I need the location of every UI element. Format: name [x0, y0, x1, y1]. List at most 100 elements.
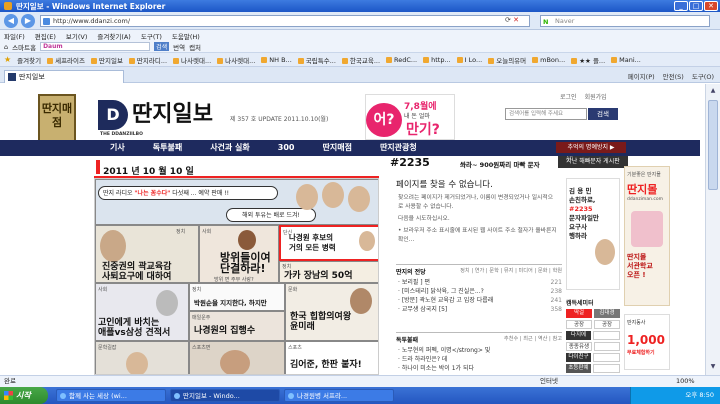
page-menu-button[interactable]: 페이지(P): [628, 71, 655, 81]
list-item[interactable]: · [방문] 곽노현 교육감 고 입장 다룹래 241: [396, 296, 562, 305]
sidebar-menu-item[interactable]: 공장: [566, 320, 592, 329]
hashtag-number[interactable]: #2235: [390, 156, 430, 169]
sidebar-menu-item[interactable]: 딱걸: [566, 309, 592, 318]
nav-articles[interactable]: 기사: [96, 140, 139, 156]
cover-panel-gaka[interactable]: 정치 가카 장남의 50억: [279, 261, 378, 283]
menu-edit[interactable]: 편집(E): [35, 31, 56, 41]
nav-mart[interactable]: 딴지매점: [308, 140, 365, 156]
list-item[interactable]: · 하나이 미소는 박이 1가 되다: [396, 364, 562, 373]
favorite-item[interactable]: 나사렛대...: [173, 55, 211, 65]
favorite-item[interactable]: 한국교육...: [342, 55, 380, 65]
top-ad-banner[interactable]: 어? 7,8월에 내 돈 얼마 만기?: [365, 94, 455, 140]
nav-incidents[interactable]: 사건과 실화: [196, 140, 264, 156]
daum-search-button[interactable]: 검색: [154, 42, 170, 51]
favorite-item[interactable]: 나사렛대...: [217, 55, 255, 65]
menu-favorites[interactable]: 즐겨찾기(A): [97, 31, 130, 41]
nav-tourism[interactable]: 딴지관광청: [366, 140, 431, 156]
translate-button[interactable]: 번역: [173, 42, 185, 52]
favorite-item[interactable]: 국립특수...: [298, 55, 336, 65]
list-item[interactable]: · 노무현의 퍼펙, 이명</strong> 및: [396, 346, 562, 355]
forward-button[interactable]: ▶: [21, 14, 35, 28]
cover-panel-nakw[interactable]: 매일운주 나경원의 집행수: [189, 311, 285, 341]
favorite-item[interactable]: Mani...: [611, 56, 641, 64]
scroll-up-icon[interactable]: ▲: [708, 86, 718, 96]
favorite-item[interactable]: I Lo...: [457, 56, 483, 64]
cover-panel-nakw-army[interactable]: 단신 나경원 후보의 거의 모든 병력: [279, 225, 378, 261]
favorite-item[interactable]: 딴지일보: [91, 55, 123, 65]
cover-panel-kimeojun[interactable]: 스포츠 김어준, 한판 붙자!: [285, 341, 378, 374]
refresh-button[interactable]: ⟳: [505, 16, 511, 24]
search-input[interactable]: N Naver: [540, 15, 710, 27]
ddanzi-ad-2[interactable]: 딴지동사 1,000 무료체험하기: [624, 314, 670, 370]
zoom-level[interactable]: 100%: [676, 376, 695, 387]
back-button[interactable]: ◀: [4, 14, 18, 28]
list-item[interactable]: · [미스테리] 닭삭육, 그 진실은...? 238: [396, 287, 562, 296]
minimize-button[interactable]: _: [674, 1, 688, 11]
list-item[interactable]: · 드라 하라인은? 데: [396, 355, 562, 364]
favorite-item[interactable]: mBon...: [532, 56, 565, 64]
taskbar-item[interactable]: 딴지일보 - Windo...: [170, 389, 280, 402]
menu-tools[interactable]: 도구(T): [141, 31, 162, 41]
menu-file[interactable]: 파일(F): [4, 31, 25, 41]
vertical-scrollbar[interactable]: ▲ ▼: [705, 84, 720, 375]
favorite-item[interactable]: 딴지라디...: [129, 55, 167, 65]
dokpae-tabs[interactable]: 추천수 | 최근 | 역산 | 참고: [504, 335, 562, 344]
clock[interactable]: 오후 8:50: [685, 391, 714, 399]
favorite-item[interactable]: 세프라이즈: [47, 55, 85, 65]
favorites-star-icon[interactable]: ★: [4, 55, 11, 64]
sidebar-menu-item[interactable]: 종종유생: [566, 342, 592, 351]
favorite-item[interactable]: RedC...: [386, 56, 417, 64]
tools-menu-button[interactable]: 도구(O): [692, 71, 714, 81]
scroll-down-icon[interactable]: ▼: [708, 362, 718, 372]
list-item[interactable]: · 교무생 삼국지 [5] 358: [396, 305, 562, 314]
site-brand[interactable]: 딴지일보: [132, 96, 213, 128]
hot-button[interactable]: 추억의 명예방지 ▶: [556, 142, 626, 153]
nav-doktubulpae[interactable]: 독투불패: [139, 140, 196, 156]
jinsim-tabs[interactable]: 정치 | 연가 | 문학 | 뮤지 | 미디어 | 문화 | 학원: [460, 267, 562, 276]
nav-300[interactable]: 300: [264, 140, 309, 156]
ddanzi-logo-mark[interactable]: D: [98, 100, 128, 130]
cover-panel-sports[interactable]: 스포츠면: [189, 341, 285, 374]
hashtag-title[interactable]: 쏴라~ 900원짜리 마빡 문자: [460, 159, 540, 169]
jinsim-title[interactable]: 딴지의 전당: [396, 267, 426, 276]
daum-search-input[interactable]: Daum: [40, 42, 151, 51]
address-bar[interactable]: http://www.ddanzi.com/: [40, 15, 530, 27]
smart-home-button[interactable]: 스마트홈: [12, 42, 36, 52]
start-button[interactable]: 시작: [0, 387, 48, 404]
login-link[interactable]: 로그인: [560, 92, 577, 101]
maximize-button[interactable]: □: [689, 1, 703, 11]
list-item[interactable]: · 보리필 ] 편 221: [396, 278, 562, 287]
favorite-item[interactable]: 오늘의유머: [488, 55, 526, 65]
sidebar-menu-item[interactable]: 다이친구: [566, 353, 591, 362]
stop-button[interactable]: ✕: [513, 16, 519, 24]
menu-help[interactable]: 도움말(H): [172, 31, 200, 41]
close-button[interactable]: ✕: [704, 1, 718, 11]
favorites-label[interactable]: 즐겨찾기: [17, 55, 41, 65]
favorite-item[interactable]: ★★ 플...: [571, 55, 605, 65]
sidebar-menu-item[interactable]: 초등판예: [566, 364, 591, 373]
site-search-input[interactable]: 검색어를 입력해 주세요: [505, 108, 587, 120]
cover-top-panel[interactable]: 딴지 라디오 "나는 꼼수다" 다섯째 ... 예약 판매 !! 해외 투유는 …: [95, 179, 378, 225]
home-icon[interactable]: ⌂: [4, 43, 8, 51]
menu-view[interactable]: 보기(V): [66, 31, 87, 41]
ddanzimall-ad[interactable]: 기분좋은 딴지몰 딴지몰 ddanziman.com 딴지몰 서관학교 오픈 !: [624, 166, 670, 306]
cover-panel-jinjungkwon[interactable]: 정치 진중권의 곽교육감 사퇴요구에 대하여: [95, 225, 199, 283]
sidebar-menu-item[interactable]: 김대경: [594, 309, 620, 318]
site-search-button[interactable]: 검색: [588, 108, 618, 120]
cover-panel-park[interactable]: 정치 박원순을 지지한다, 하지만: [189, 283, 285, 311]
sidebar-feature-box[interactable]: 김 용 민 손친하로, #2235 문자파일만 요구사 행하라: [566, 178, 620, 290]
sidebar-menu-item[interactable]: 공장: [594, 320, 620, 329]
cover-panel-apple-samsung[interactable]: 사회 고인에게 바치는 애플vs삼성 견적서: [95, 283, 189, 341]
taskbar-item[interactable]: 함께 사는 세상 (wi...: [56, 389, 166, 402]
signup-link[interactable]: 회원가입: [585, 92, 607, 101]
favorite-item[interactable]: NH B...: [261, 56, 291, 64]
dokpae-title[interactable]: 독투불패: [396, 335, 418, 344]
cover-panel-literature[interactable]: 문학길잡: [95, 341, 189, 374]
tab-ddanzi[interactable]: 딴지일보: [4, 70, 124, 83]
capture-button[interactable]: 캡처: [189, 42, 201, 52]
sidebar-menu-item[interactable]: 다지에: [566, 331, 591, 340]
taskbar-item[interactable]: 나경원병 서프라...: [284, 389, 394, 402]
safety-menu-button[interactable]: 안전(S): [663, 71, 684, 81]
cover-panel-yoonmirae[interactable]: 문화 한국 힙합의여왕 윤미래: [285, 283, 378, 341]
scroll-thumb[interactable]: [708, 100, 718, 190]
